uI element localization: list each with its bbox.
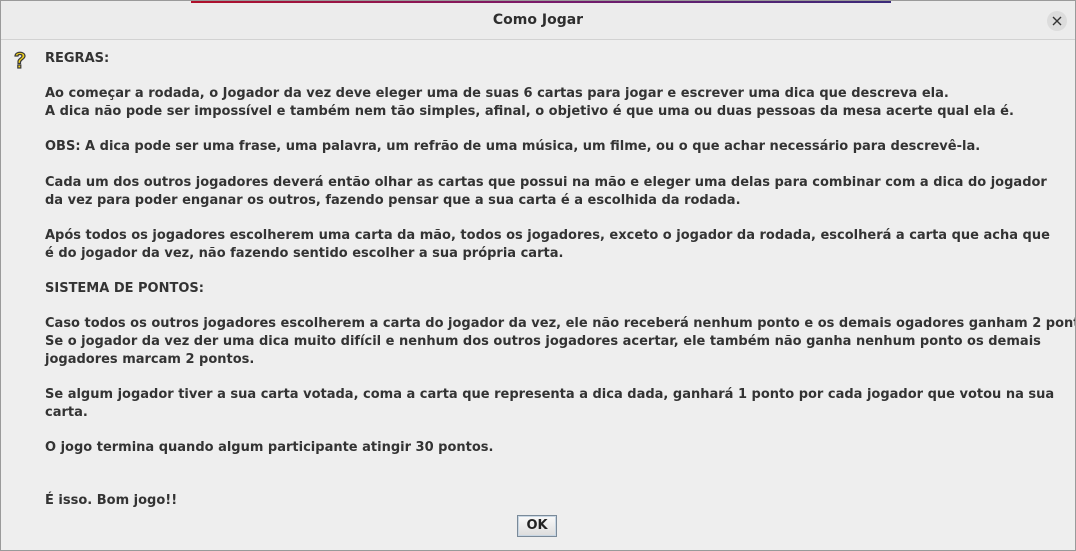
title-bar-accent: [191, 1, 891, 3]
points-heading: SISTEMA DE PONTOS:: [45, 281, 204, 297]
points-2-line-2: carta.: [45, 404, 88, 420]
rule-3-line-2: é do jogador da vez, não fazendo sentido…: [45, 245, 564, 261]
dialog-title: Como Jogar: [492, 12, 584, 28]
end-rule: O jogo termina quando algum participante…: [45, 440, 494, 456]
ok-button[interactable]: OK: [517, 515, 557, 537]
points-1-line-1: Caso todos os outros jogadores escolhere…: [45, 316, 1076, 332]
points-1-line-3: jogadores marcam 2 pontos.: [45, 351, 255, 367]
rules-text: REGRAS: Ao começar a rodada, o Jogador d…: [45, 50, 1076, 510]
points-2-line-1: Se algum jogador tiver a sua carta votad…: [45, 387, 1055, 403]
question-mark-icon: [14, 51, 26, 69]
obs-text: OBS: A dica pode ser uma frase, uma pala…: [45, 139, 981, 155]
rule-1-line-1: Ao começar a rodada, o Jogador da vez de…: [45, 86, 949, 102]
how-to-play-dialog: Como Jogar REGRAS: Ao começar a rodada, …: [0, 0, 1076, 551]
close-icon: [1052, 16, 1062, 26]
title-bar[interactable]: Como Jogar: [1, 1, 1075, 40]
rule-1-line-2: A dica não pode ser impossível e também …: [45, 104, 1014, 120]
closing-text: É isso. Bom jogo!!: [45, 493, 178, 509]
close-button[interactable]: [1047, 11, 1067, 31]
rule-2-line-2: da vez para poder enganar os outros, faz…: [45, 192, 741, 208]
rule-3-line-1: Após todos os jogadores escolherem uma c…: [45, 227, 1050, 243]
rules-heading: REGRAS:: [45, 51, 110, 66]
points-1-line-2: Se o jogador da vez der uma dica muito d…: [45, 334, 1041, 350]
rule-2-line-1: Cada um dos outros jogadores deverá entã…: [45, 174, 1047, 190]
dialog-content: REGRAS: Ao começar a rodada, o Jogador d…: [1, 40, 1075, 550]
